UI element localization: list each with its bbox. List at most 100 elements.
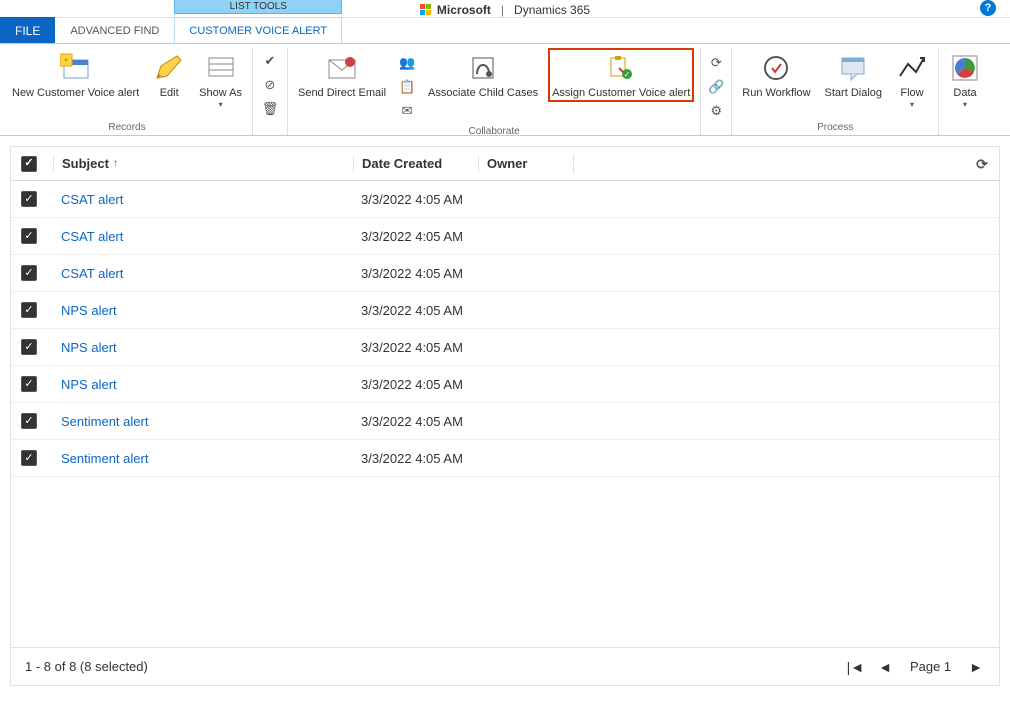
row-subject-link[interactable]: Sentiment alert [53,414,353,429]
row-date: 3/3/2022 4:05 AM [353,414,478,429]
grid-header-row: Subject ↑ Date Created Owner ⟳ [11,147,999,181]
edit-button[interactable]: Edit [149,48,189,100]
new-record-icon: ✦ [60,52,92,84]
row-checkbox[interactable] [21,191,37,207]
show-as-icon [205,52,237,84]
data-button[interactable]: Data ▾ [945,48,985,109]
column-header-owner[interactable]: Owner [478,156,573,171]
row-date: 3/3/2022 4:05 AM [353,229,478,244]
table-row[interactable]: CSAT alert3/3/2022 4:05 AM [11,181,999,218]
row-checkbox[interactable] [21,450,37,466]
ribbon-group-data: Data ▾ [939,48,991,135]
send-direct-email-button[interactable]: Send Direct Email [294,48,390,100]
new-customer-voice-alert-button[interactable]: ✦ New Customer Voice alert [8,48,143,100]
help-icon[interactable]: ? [980,0,996,16]
row-checkbox[interactable] [21,413,37,429]
brand-divider: | [501,3,504,17]
row-subject-link[interactable]: NPS alert [53,340,353,355]
row-subject-link[interactable]: NPS alert [53,303,353,318]
show-as-button[interactable]: Show As ▾ [195,48,246,109]
connect-icon[interactable]: 🔗 [707,78,725,96]
tab-strip: FILE ADVANCED FIND LIST TOOLS CUSTOMER V… [0,18,1010,44]
next-page-button[interactable]: ► [967,657,985,677]
table-row[interactable]: CSAT alert3/3/2022 4:05 AM [11,255,999,292]
dropdown-arrow-icon: ▾ [963,100,967,109]
row-subject-link[interactable]: CSAT alert [53,192,353,207]
start-dialog-button[interactable]: Start Dialog [821,48,886,100]
tab-advanced-find[interactable]: ADVANCED FIND [55,17,174,43]
ribbon-group-process: Run Workflow Start Dialog Flow ▾ Process [732,48,939,135]
row-date: 3/3/2022 4:05 AM [353,451,478,466]
row-subject-link[interactable]: Sentiment alert [53,451,353,466]
workflow-icon [760,52,792,84]
first-page-button[interactable]: |◄ [845,657,867,677]
edit-icon [153,52,185,84]
assign-customer-voice-alert-button[interactable]: ✓ Assign Customer Voice alert [548,48,694,102]
ribbon: ✦ New Customer Voice alert Edit Show As … [0,44,1010,136]
table-row[interactable]: Sentiment alert3/3/2022 4:05 AM [11,403,999,440]
share-icon[interactable]: 👥 [398,54,416,72]
grid-body: CSAT alert3/3/2022 4:05 AMCSAT alert3/3/… [11,181,999,647]
group-label-process: Process [738,120,932,135]
activate-icon[interactable]: ✔ [261,52,279,70]
table-row[interactable]: NPS alert3/3/2022 4:05 AM [11,329,999,366]
group-label-records: Records [8,120,246,135]
table-row[interactable]: CSAT alert3/3/2022 4:05 AM [11,218,999,255]
select-all-checkbox[interactable] [21,156,37,172]
tab-group-label: LIST TOOLS [174,0,342,14]
column-header-subject[interactable]: Subject ↑ [53,156,353,171]
grid-container: Subject ↑ Date Created Owner ⟳ CSAT aler… [0,136,1010,686]
pager: |◄ ◄ Page 1 ► [845,657,985,677]
flow-icon [896,52,928,84]
row-subject-link[interactable]: NPS alert [53,377,353,392]
refresh-grid-icon[interactable]: ⟳ [971,153,993,175]
row-checkbox[interactable] [21,376,37,392]
tab-customer-voice-alert[interactable]: CUSTOMER VOICE ALERT [174,17,342,43]
tab-group-list-tools: LIST TOOLS CUSTOMER VOICE ALERT [174,17,342,43]
assign-icon: ✓ [605,52,637,84]
data-chart-icon [949,52,981,84]
copy-link-icon[interactable]: 📋 [398,78,416,96]
row-date: 3/3/2022 4:05 AM [353,266,478,281]
svg-text:✓: ✓ [624,70,631,79]
brand-logo: Microsoft | Dynamics 365 [420,3,590,17]
row-date: 3/3/2022 4:05 AM [353,340,478,355]
row-checkbox[interactable] [21,339,37,355]
prev-page-button[interactable]: ◄ [876,657,894,677]
associate-icon [467,52,499,84]
delete-icon[interactable]: 🗑 [261,100,279,118]
brand-microsoft: Microsoft [437,3,491,17]
sort-ascending-icon: ↑ [113,158,118,169]
brand-product: Dynamics 365 [514,3,590,17]
column-header-date[interactable]: Date Created [353,156,478,171]
row-date: 3/3/2022 4:05 AM [353,192,478,207]
svg-text:✦: ✦ [62,55,70,65]
ribbon-group-records: ✦ New Customer Voice alert Edit Show As … [2,48,253,135]
table-row[interactable]: NPS alert3/3/2022 4:05 AM [11,292,999,329]
table-row[interactable]: Sentiment alert3/3/2022 4:05 AM [11,440,999,477]
row-checkbox[interactable] [21,228,37,244]
email-link-icon[interactable]: ✉ [398,102,416,120]
row-subject-link[interactable]: CSAT alert [53,266,353,281]
row-checkbox[interactable] [21,302,37,318]
row-subject-link[interactable]: CSAT alert [53,229,353,244]
results-grid: Subject ↑ Date Created Owner ⟳ CSAT aler… [10,146,1000,686]
dropdown-arrow-icon: ▾ [219,100,223,109]
email-icon [326,52,358,84]
row-checkbox[interactable] [21,265,37,281]
queue-icon[interactable]: ⚙ [707,102,725,120]
run-workflow-button[interactable]: Run Workflow [738,48,814,100]
dialog-icon [837,52,869,84]
grid-footer: 1 - 8 of 8 (8 selected) |◄ ◄ Page 1 ► [11,647,999,685]
refresh-sync-icon[interactable]: ⟳ [707,54,725,72]
dropdown-arrow-icon: ▾ [910,100,914,109]
group-label-collaborate: Collaborate [294,124,694,139]
tab-file[interactable]: FILE [0,17,55,43]
page-label: Page 1 [910,659,951,674]
flow-button[interactable]: Flow ▾ [892,48,932,109]
table-row[interactable]: NPS alert3/3/2022 4:05 AM [11,366,999,403]
deactivate-icon[interactable]: ⊘ [261,76,279,94]
ribbon-group-collaborate: Send Direct Email 👥 📋 ✉ Associate Child … [288,48,701,135]
associate-child-cases-button[interactable]: Associate Child Cases [424,48,542,100]
footer-status: 1 - 8 of 8 (8 selected) [25,659,148,674]
